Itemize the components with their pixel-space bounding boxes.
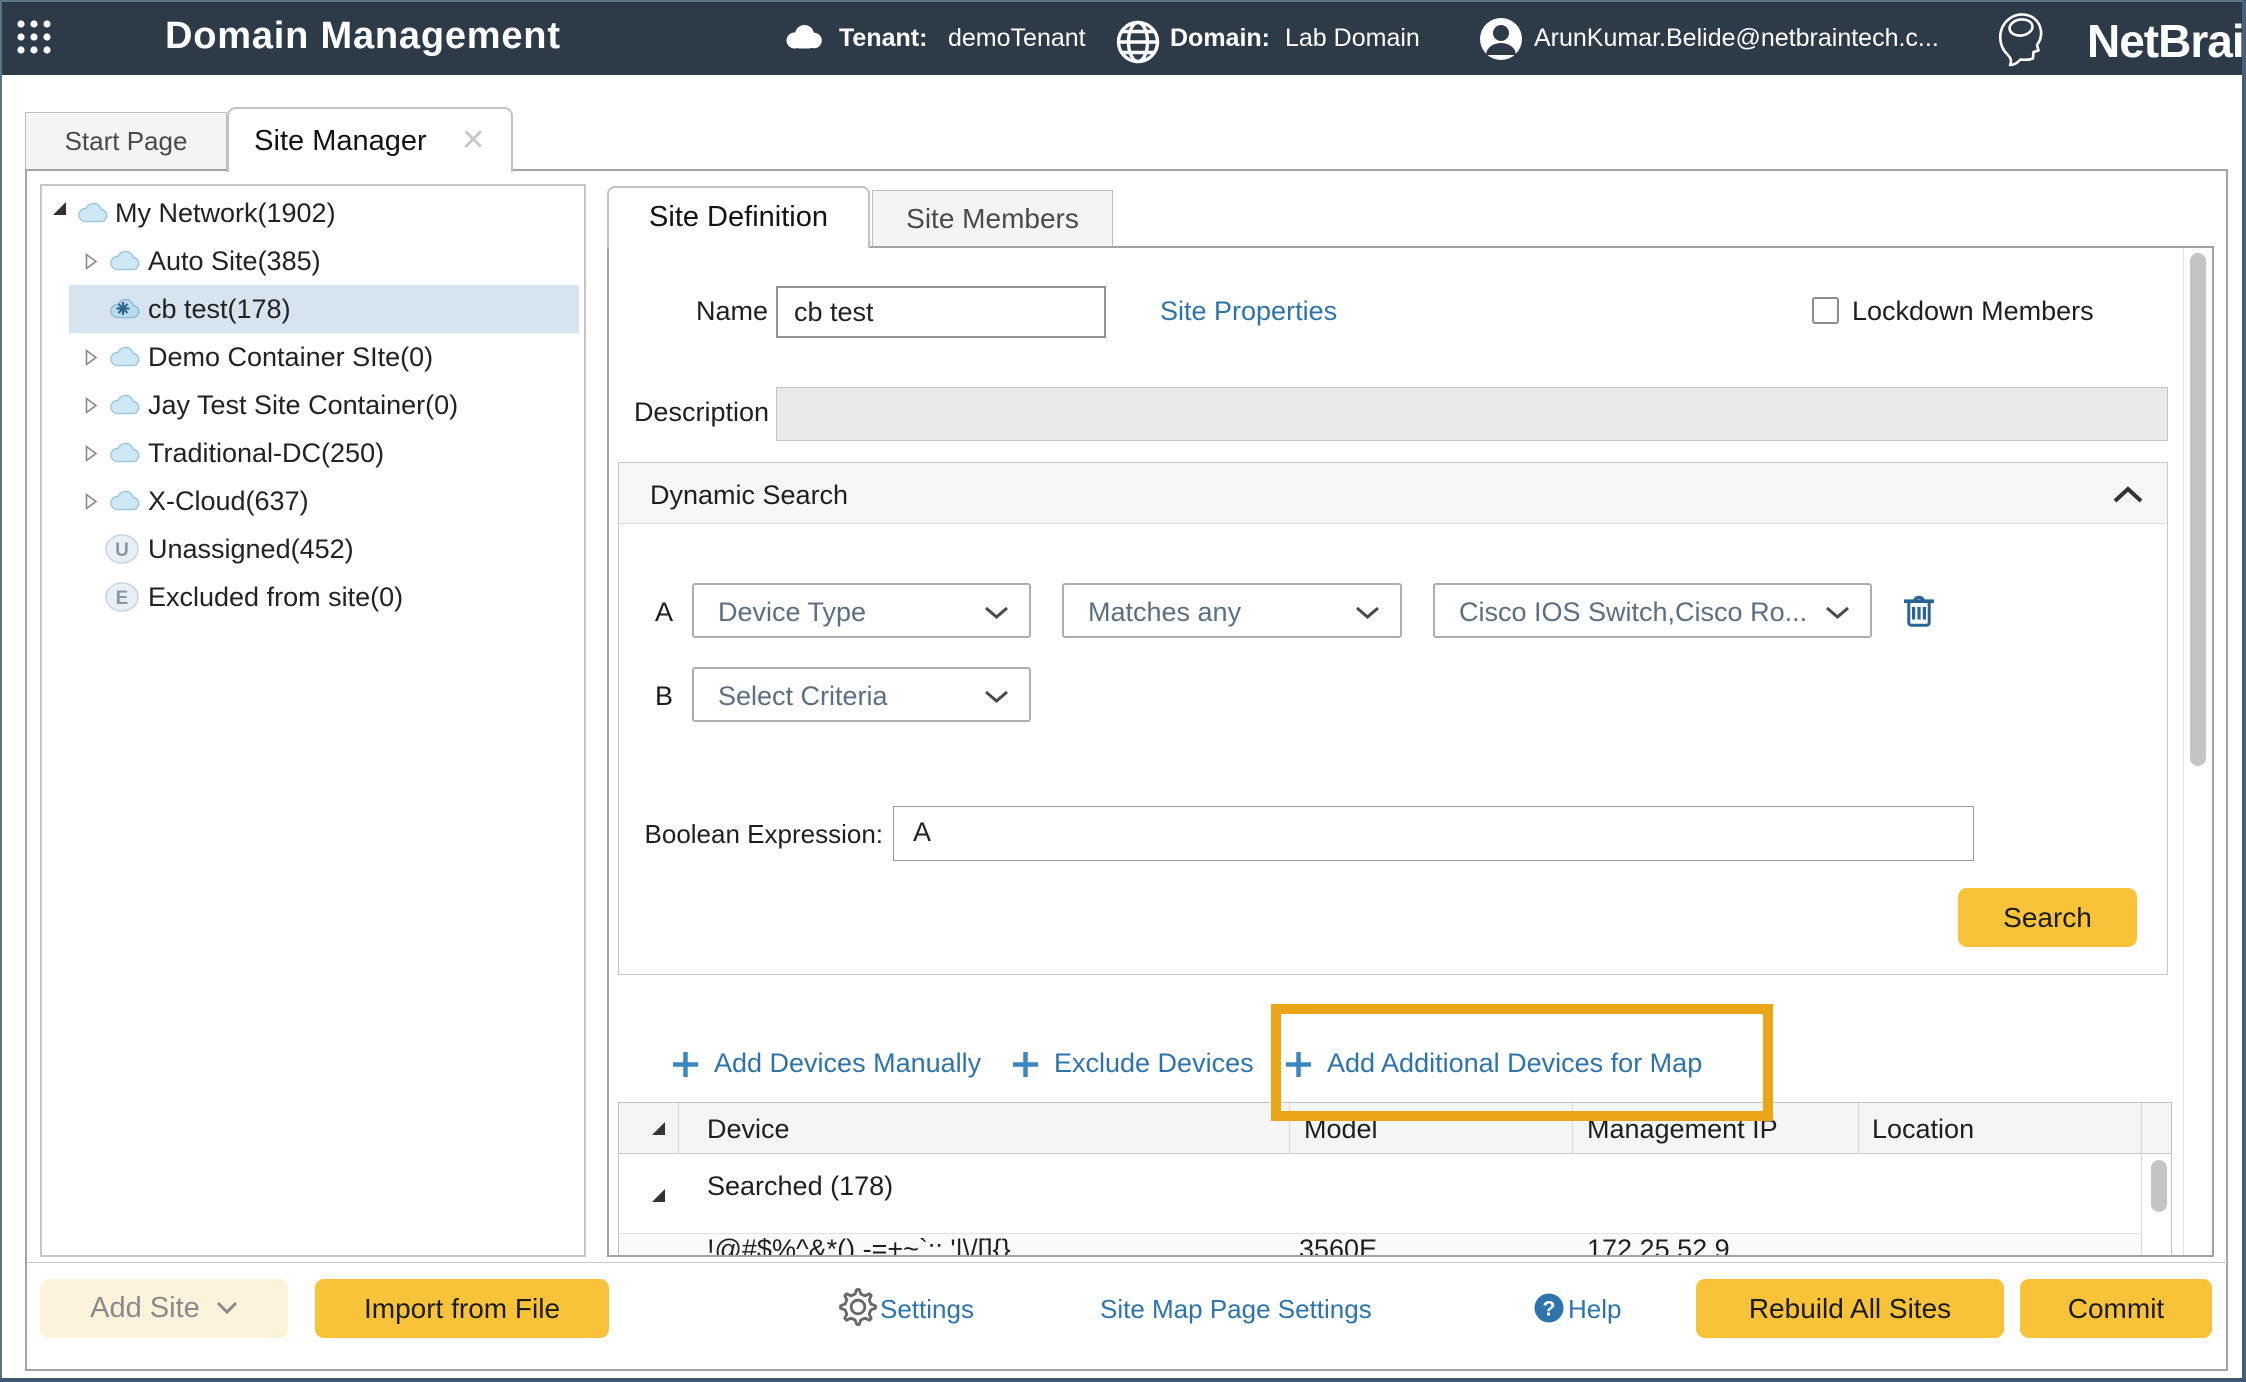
- svg-text:?: ?: [1542, 1296, 1555, 1321]
- svg-text:E: E: [116, 588, 129, 609]
- svg-text:U: U: [115, 540, 129, 561]
